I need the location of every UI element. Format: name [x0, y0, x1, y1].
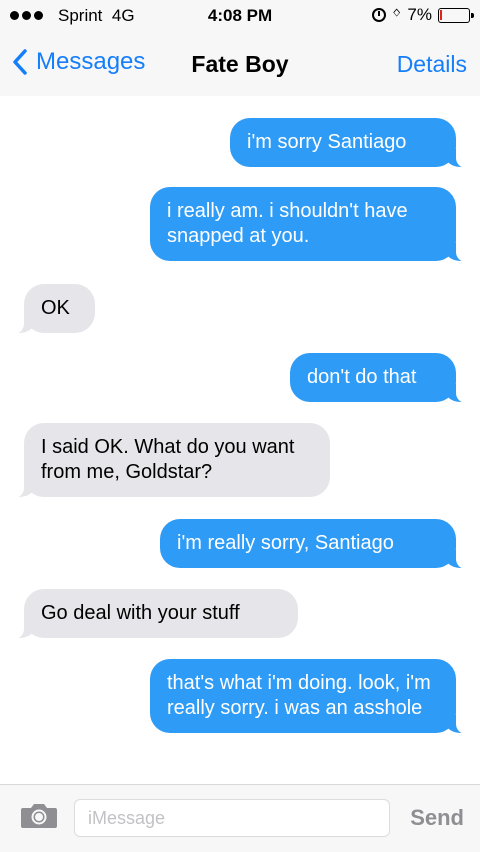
- alarm-icon: [371, 8, 386, 22]
- battery-icon: [438, 7, 474, 23]
- message-input[interactable]: [74, 799, 390, 837]
- message-bubble-incoming: OK: [4, 284, 95, 334]
- back-label: Messages: [36, 48, 146, 75]
- bluetooth-icon: ᛜ: [391, 6, 402, 23]
- battery-percent: 7%: [407, 5, 432, 24]
- message-text: I said OK. What do you want from me, Gol…: [41, 436, 295, 483]
- chevron-left-icon: [13, 49, 27, 75]
- battery-fill: [440, 9, 442, 20]
- message-bubble-incoming: Go deal with your stuff: [4, 589, 298, 639]
- message-bubble-outgoing: i really am. i shouldn't have snapped at…: [150, 187, 476, 262]
- details-button[interactable]: Details: [397, 51, 467, 78]
- message-text: Go deal with your stuff: [41, 602, 240, 624]
- message-bubble-outgoing: i'm really sorry, Santiago: [160, 519, 476, 569]
- message-text: don't do that: [307, 366, 417, 388]
- message-bubble-outgoing: that's what i'm doing. look, i'm really …: [150, 659, 476, 734]
- status-right: ᛜ 7%: [371, 5, 474, 25]
- message-text: that's what i'm doing. look, i'm really …: [167, 672, 431, 719]
- message-bubble-incoming: I said OK. What do you want from me, Gol…: [4, 423, 330, 498]
- composer-bar: Send: [0, 784, 480, 852]
- message-text: i'm sorry Santiago: [247, 131, 407, 153]
- message-list[interactable]: i'm sorry Santiago i really am. i should…: [0, 96, 480, 784]
- message-text: i'm really sorry, Santiago: [177, 532, 394, 554]
- message-bubble-outgoing: i'm sorry Santiago: [230, 118, 476, 168]
- send-button[interactable]: Send: [410, 805, 464, 831]
- nav-bar: Messages Fate Boy Details: [0, 34, 480, 96]
- message-text: i really am. i shouldn't have snapped at…: [167, 200, 408, 247]
- camera-icon[interactable]: [20, 801, 58, 829]
- back-button[interactable]: Messages: [12, 48, 145, 76]
- message-text: OK: [41, 297, 70, 319]
- status-bar: Sprint 4G 4:08 PM ᛜ 7%: [0, 0, 480, 34]
- message-bubble-outgoing: don't do that: [290, 353, 476, 403]
